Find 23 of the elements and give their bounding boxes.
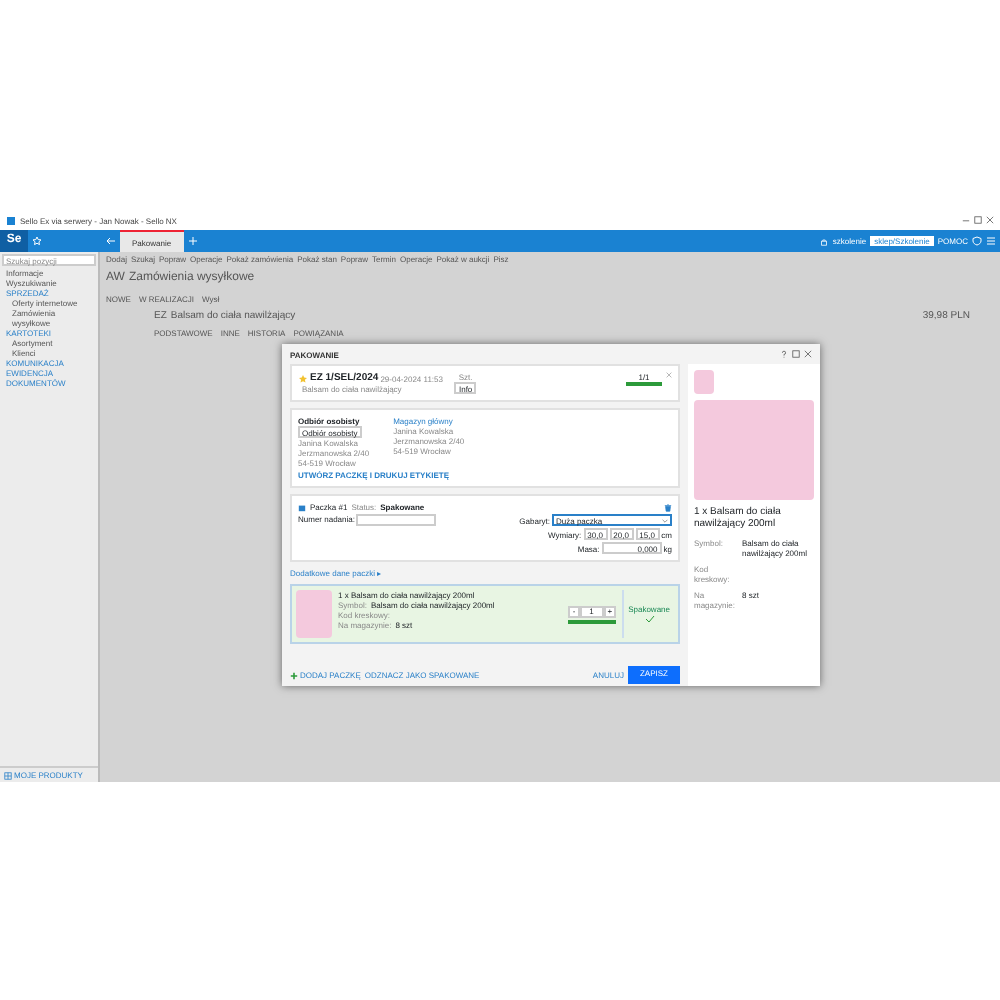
product-photo-placeholder <box>296 590 332 639</box>
star-icon <box>298 373 308 384</box>
minimize-icon[interactable] <box>962 216 970 224</box>
menu-icon[interactable] <box>986 236 996 246</box>
maximize-icon[interactable] <box>792 350 800 358</box>
close-icon[interactable] <box>804 350 812 358</box>
product-photo-placeholder <box>694 400 814 500</box>
tracking-field[interactable] <box>356 514 437 527</box>
plus-icon[interactable] <box>290 671 298 680</box>
maximize-icon[interactable] <box>974 216 982 224</box>
close-icon[interactable] <box>986 216 994 224</box>
back-arrow-icon[interactable] <box>106 236 116 246</box>
lock-icon <box>820 237 829 245</box>
product-thumbnail-placeholder <box>694 370 714 394</box>
close-icon[interactable] <box>666 372 672 378</box>
trash-icon <box>664 503 672 512</box>
shield-icon[interactable] <box>972 236 982 246</box>
help-icon[interactable] <box>780 350 788 358</box>
caret-icon <box>662 517 668 524</box>
package-icon <box>298 503 306 512</box>
star-icon[interactable] <box>32 236 42 246</box>
grid-icon <box>4 771 12 779</box>
app-icon <box>6 215 16 225</box>
